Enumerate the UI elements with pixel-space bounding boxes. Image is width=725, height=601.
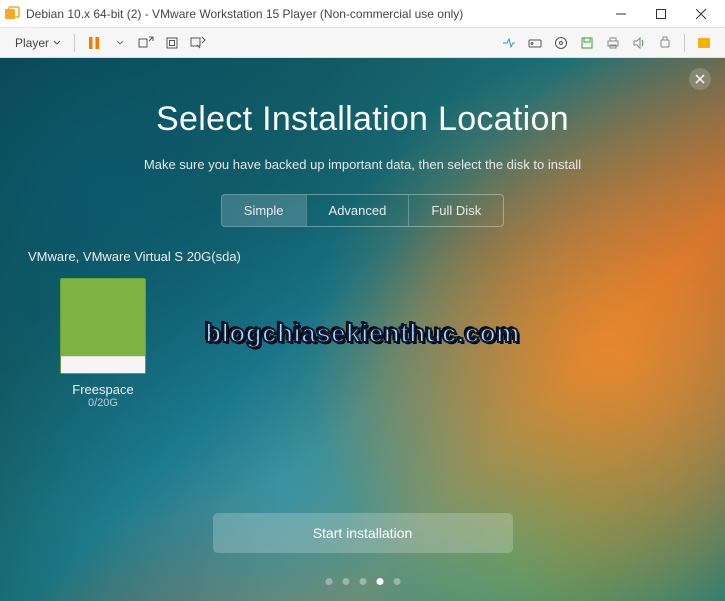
toolbar-separator [684,34,685,52]
player-menu-label: Player [15,36,49,50]
tab-full-disk[interactable]: Full Disk [408,195,503,226]
window-titlebar: Debian 10.x 64-bit (2) - VMware Workstat… [0,0,725,28]
progress-dot [359,578,366,585]
progress-dot [342,578,349,585]
pause-dropdown[interactable] [109,32,131,54]
chevron-down-icon [53,39,61,47]
tab-advanced[interactable]: Advanced [306,195,409,226]
sound-icon[interactable] [628,32,650,54]
tab-simple[interactable]: Simple [222,195,306,226]
player-menu[interactable]: Player [8,33,68,53]
page-subtitle: Make sure you have backed up important d… [144,157,581,172]
disk-drive-icon [60,278,146,374]
page-title: Select Installation Location [156,100,569,139]
vmware-toolbar: Player [0,28,725,58]
toolbar-separator [74,34,75,52]
send-ctrl-alt-del-button[interactable] [135,32,157,54]
progress-dot [325,578,332,585]
unity-mode-button[interactable] [187,32,209,54]
progress-dot [393,578,400,585]
window-title: Debian 10.x 64-bit (2) - VMware Workstat… [26,7,601,21]
install-mode-tabs: Simple Advanced Full Disk [221,194,504,227]
printer-icon[interactable] [602,32,624,54]
disk-summary: VMware, VMware Virtual S 20G(sda) [28,249,241,264]
progress-dot-active [376,578,383,585]
maximize-button[interactable] [641,0,681,28]
vm-display: Select Installation Location Make sure y… [0,58,725,601]
disk-name: Freespace [72,382,133,397]
window-controls [601,0,721,28]
floppy-icon[interactable] [576,32,598,54]
start-installation-button[interactable]: Start installation [213,513,513,553]
cd-dvd-icon[interactable] [550,32,572,54]
hard-disk-icon[interactable] [524,32,546,54]
usb-icon[interactable] [654,32,676,54]
close-button[interactable] [681,0,721,28]
progress-dots [325,578,400,585]
vmware-app-icon [4,6,20,22]
fullscreen-button[interactable] [161,32,183,54]
minimize-button[interactable] [601,0,641,28]
disk-tile[interactable]: Freespace 0/20G [60,278,146,409]
disk-capacity: 0/20G [88,397,118,409]
message-log-icon[interactable] [693,32,715,54]
network-adapter-icon[interactable] [498,32,520,54]
pause-vm-button[interactable] [83,32,105,54]
